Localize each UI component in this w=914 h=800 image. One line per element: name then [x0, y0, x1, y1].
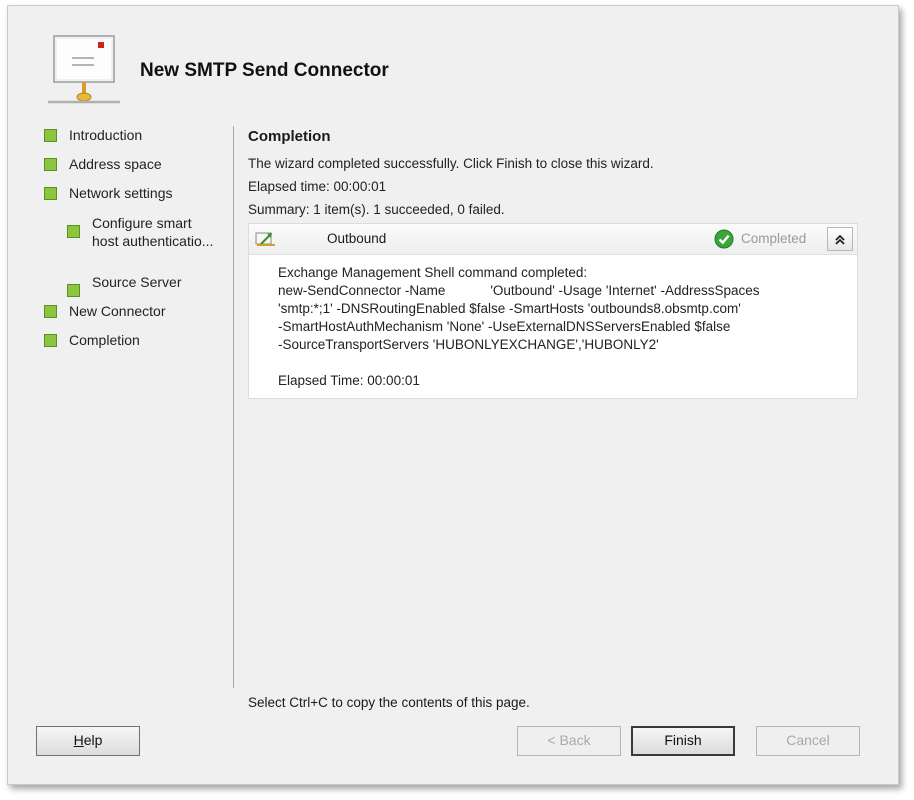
result-detail-line: -SmartHostAuthMechanism 'None' -UseExter…	[278, 319, 731, 334]
wizard-step-5: New Connector	[44, 302, 166, 320]
wizard-title: New SMTP Send Connector	[140, 60, 389, 81]
wizard-step-2: Network settings	[44, 184, 172, 202]
finish-button[interactable]: Finish	[631, 726, 735, 756]
wizard-step-4: Source Server	[67, 273, 232, 297]
result-detail-line: 'smtp:*;1' -DNSRoutingEnabled $false -Sm…	[278, 301, 741, 316]
status-label: Completed	[741, 231, 807, 246]
step-complete-icon	[44, 187, 57, 200]
collapse-button[interactable]	[827, 227, 853, 251]
wizard-step-label: Network settings	[69, 185, 173, 201]
copy-hint: Select Ctrl+C to copy the contents of th…	[248, 695, 530, 710]
page-title: Completion	[248, 128, 331, 145]
step-complete-icon	[44, 305, 57, 318]
wizard-step-label: Address space	[69, 156, 162, 172]
result-details: Exchange Management Shell command comple…	[278, 264, 848, 390]
wizard-step-label: Introduction	[69, 127, 143, 143]
wizard-window: New SMTP Send Connector Introduction Addr…	[7, 5, 899, 785]
connector-item-icon	[255, 232, 275, 246]
wizard-step-label: Source Server	[92, 274, 182, 290]
wizard-step-3: Configure smart host authenticatio...	[67, 214, 232, 250]
step-complete-icon	[67, 284, 80, 297]
result-detail-line: -SourceTransportServers 'HUBONLYEXCHANGE…	[278, 337, 659, 352]
wizard-step-label: Completion	[69, 332, 140, 348]
result-detail-line	[278, 354, 848, 372]
step-complete-icon	[44, 158, 57, 171]
wizard-step-label: Configure smart host authenticatio...	[92, 215, 214, 249]
wizard-step-6: Completion	[44, 331, 140, 349]
elapsed-time: Elapsed time: 00:00:01	[248, 179, 387, 194]
cancel-button[interactable]: Cancel	[756, 726, 860, 756]
help-button[interactable]: Help	[36, 726, 140, 756]
step-complete-icon	[44, 334, 57, 347]
success-check-icon	[714, 229, 734, 249]
send-connector-icon	[48, 35, 120, 104]
wizard-step-0: Introduction	[44, 126, 142, 144]
back-button[interactable]: < Back	[517, 726, 621, 756]
result-detail-line: Exchange Management Shell command comple…	[278, 265, 588, 280]
step-complete-icon	[67, 225, 80, 238]
step-complete-icon	[44, 129, 57, 142]
double-chevron-up-icon	[834, 231, 846, 246]
result-item-header: Outbound Completed	[249, 224, 857, 255]
vertical-divider	[233, 126, 234, 688]
result-detail-line: Elapsed Time: 00:00:01	[278, 373, 420, 388]
result-panel: Outbound Completed Exchange Management S…	[248, 223, 858, 399]
summary-text: Summary: 1 item(s). 1 succeeded, 0 faile…	[248, 202, 505, 217]
result-item-name: Outbound	[327, 231, 387, 246]
wizard-step-label: New Connector	[69, 303, 166, 319]
result-detail-line: new-SendConnector -Name 'Outbound' -Usag…	[278, 283, 760, 298]
wizard-header: New SMTP Send Connector	[8, 6, 898, 111]
wizard-step-1: Address space	[44, 155, 162, 173]
completion-message: The wizard completed successfully. Click…	[248, 156, 654, 171]
